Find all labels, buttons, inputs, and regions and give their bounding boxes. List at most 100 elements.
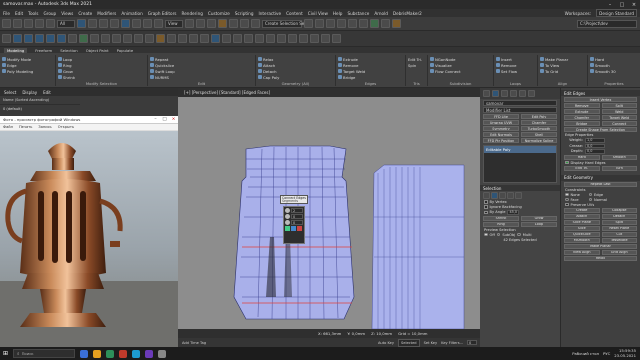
- caddy-segments-field[interactable]: 2: [291, 208, 303, 213]
- selection-set-dropdown[interactable]: Create Selection Se: [262, 19, 304, 28]
- task-view-icon[interactable]: [80, 349, 89, 358]
- polygon-mode-icon[interactable]: [507, 192, 514, 199]
- mod-ffd-lite[interactable]: FFD Lite: [483, 114, 519, 119]
- store-icon[interactable]: [106, 349, 115, 358]
- menu-tools[interactable]: Tools: [28, 11, 38, 16]
- grid-align-button[interactable]: Grid Align: [601, 249, 637, 255]
- rotate-icon[interactable]: [132, 19, 141, 28]
- ee-target-weld-button[interactable]: Target Weld: [601, 115, 637, 120]
- light-icon[interactable]: [156, 34, 165, 43]
- display-tab-icon[interactable]: [519, 90, 526, 97]
- noise-icon[interactable]: [288, 34, 297, 43]
- mod-turbosmooth[interactable]: TurboSmooth: [521, 126, 557, 131]
- keyboard-shortcut-icon[interactable]: [207, 19, 216, 28]
- turn-button[interactable]: Turn: [601, 165, 637, 171]
- eg-attach-button[interactable]: Attach: [564, 213, 600, 219]
- ee-extrude-button[interactable]: Extrude: [564, 109, 600, 114]
- viewport-label[interactable]: [+] [Perspective] [Standard] [Edged Face…: [184, 90, 270, 95]
- bind-spacewarp-icon[interactable]: [46, 19, 55, 28]
- material-editor-icon[interactable]: [359, 19, 368, 28]
- create-shape-button[interactable]: Create Shape From Selection: [564, 127, 637, 132]
- selection-rollout-title[interactable]: Selection: [480, 185, 560, 191]
- undo-icon[interactable]: [2, 19, 11, 28]
- preserve-uvs-option[interactable]: Preserve UVs: [565, 203, 636, 207]
- cylinder-icon[interactable]: [24, 34, 33, 43]
- edit-poly-icon[interactable]: [211, 34, 220, 43]
- helper-icon[interactable]: [178, 34, 187, 43]
- menu-help[interactable]: Help: [333, 11, 343, 16]
- unlink-icon[interactable]: [35, 19, 44, 28]
- teapot-icon[interactable]: [101, 34, 110, 43]
- tab-object-paint[interactable]: Object Paint: [86, 48, 109, 53]
- start-icon[interactable]: ⊞: [3, 350, 8, 357]
- ffd-icon[interactable]: [277, 34, 286, 43]
- workspace-dropdown[interactable]: Design Standard: [596, 9, 637, 17]
- angle-field[interactable]: 45,0: [507, 210, 520, 215]
- edge-mode-icon[interactable]: [491, 192, 498, 199]
- explorer-icon[interactable]: [93, 349, 102, 358]
- line-icon[interactable]: [112, 34, 121, 43]
- spacewarp-icon[interactable]: [189, 34, 198, 43]
- menu-create[interactable]: Create: [78, 11, 92, 16]
- by-vertex-option[interactable]: By Vertex: [484, 200, 556, 204]
- vertex-mode-icon[interactable]: [483, 192, 490, 199]
- unwrap-icon[interactable]: [222, 34, 231, 43]
- utilities-tab-icon[interactable]: [528, 90, 535, 97]
- menu-scripting[interactable]: Scripting: [235, 11, 254, 16]
- menu-edit[interactable]: Edit: [15, 11, 23, 16]
- photos-icon[interactable]: [145, 349, 154, 358]
- tab-modeling[interactable]: Modeling: [4, 47, 28, 53]
- opera-icon[interactable]: [119, 349, 128, 358]
- constraint-edge-radio[interactable]: [588, 192, 592, 197]
- add-time-tag[interactable]: Add Time Tag: [182, 341, 206, 345]
- shrink-button[interactable]: Shrink: [483, 215, 519, 221]
- caddy-ok-icon[interactable]: [285, 226, 290, 231]
- hard-button[interactable]: Hard: [564, 154, 600, 160]
- menu-file[interactable]: File: [3, 11, 10, 16]
- torus-icon[interactable]: [35, 34, 44, 43]
- rectangle-icon[interactable]: [145, 34, 154, 43]
- menu-arnold[interactable]: Arnold: [374, 11, 388, 16]
- camera-icon[interactable]: [167, 34, 176, 43]
- ee-chamfer-button[interactable]: Chamfer: [564, 115, 600, 120]
- plane-icon[interactable]: [68, 34, 77, 43]
- tube-icon[interactable]: [79, 34, 88, 43]
- tab-populate[interactable]: Populate: [117, 48, 134, 53]
- mirror-icon[interactable]: [304, 19, 313, 28]
- quickslice-button[interactable]: QuickSlice: [564, 231, 600, 237]
- coordinate-system-dropdown[interactable]: View: [165, 19, 183, 28]
- maximize-button[interactable]: □: [616, 2, 628, 8]
- mod-chamfer[interactable]: Chamfer: [521, 120, 557, 125]
- align-icon[interactable]: [315, 19, 324, 28]
- ring-button[interactable]: Ring: [483, 221, 519, 227]
- explorer-edit-menu[interactable]: Edit: [43, 90, 51, 95]
- loop-button[interactable]: Loop: [521, 221, 557, 227]
- close-button[interactable]: ×: [628, 2, 640, 8]
- systems-icon[interactable]: [200, 34, 209, 43]
- relax-button[interactable]: Relax: [564, 255, 637, 261]
- by-vertex-checkbox[interactable]: [484, 200, 488, 204]
- cut-button[interactable]: Cut: [601, 231, 637, 237]
- ribbon-flow-connect[interactable]: Flow Connect: [430, 68, 491, 74]
- ribbon-set-flow[interactable]: Set Flow: [496, 68, 535, 74]
- mod-symmetry[interactable]: Symmetry: [483, 126, 519, 131]
- eg-detach-button[interactable]: Detach: [601, 213, 637, 219]
- menu-rendering[interactable]: Rendering: [182, 11, 203, 16]
- edit-tri-button[interactable]: Edit Tri.: [564, 165, 600, 171]
- crease-field[interactable]: 0,0: [585, 143, 605, 148]
- ribbon-cap-poly[interactable]: Cap Poly: [258, 74, 333, 80]
- perspective-viewport[interactable]: [178, 97, 480, 330]
- ribbon-spin[interactable]: Spin: [408, 62, 425, 68]
- caddy-pinch-field[interactable]: 0: [291, 214, 303, 219]
- preview-off-radio[interactable]: [484, 232, 488, 237]
- minimize-button[interactable]: –: [604, 2, 616, 8]
- auto-key-button[interactable]: Auto Key: [378, 341, 394, 345]
- constraint-none-radio[interactable]: [565, 192, 569, 197]
- cone-icon[interactable]: [57, 34, 66, 43]
- menu-modifiers[interactable]: Modifiers: [97, 11, 116, 16]
- caddy-cancel-icon[interactable]: [297, 226, 302, 231]
- preview-subobj-radio[interactable]: [496, 232, 501, 237]
- selection-filter-dropdown[interactable]: All: [57, 19, 75, 28]
- selected-dropdown[interactable]: Selected: [397, 338, 420, 347]
- ee-split-button[interactable]: Split: [601, 103, 637, 108]
